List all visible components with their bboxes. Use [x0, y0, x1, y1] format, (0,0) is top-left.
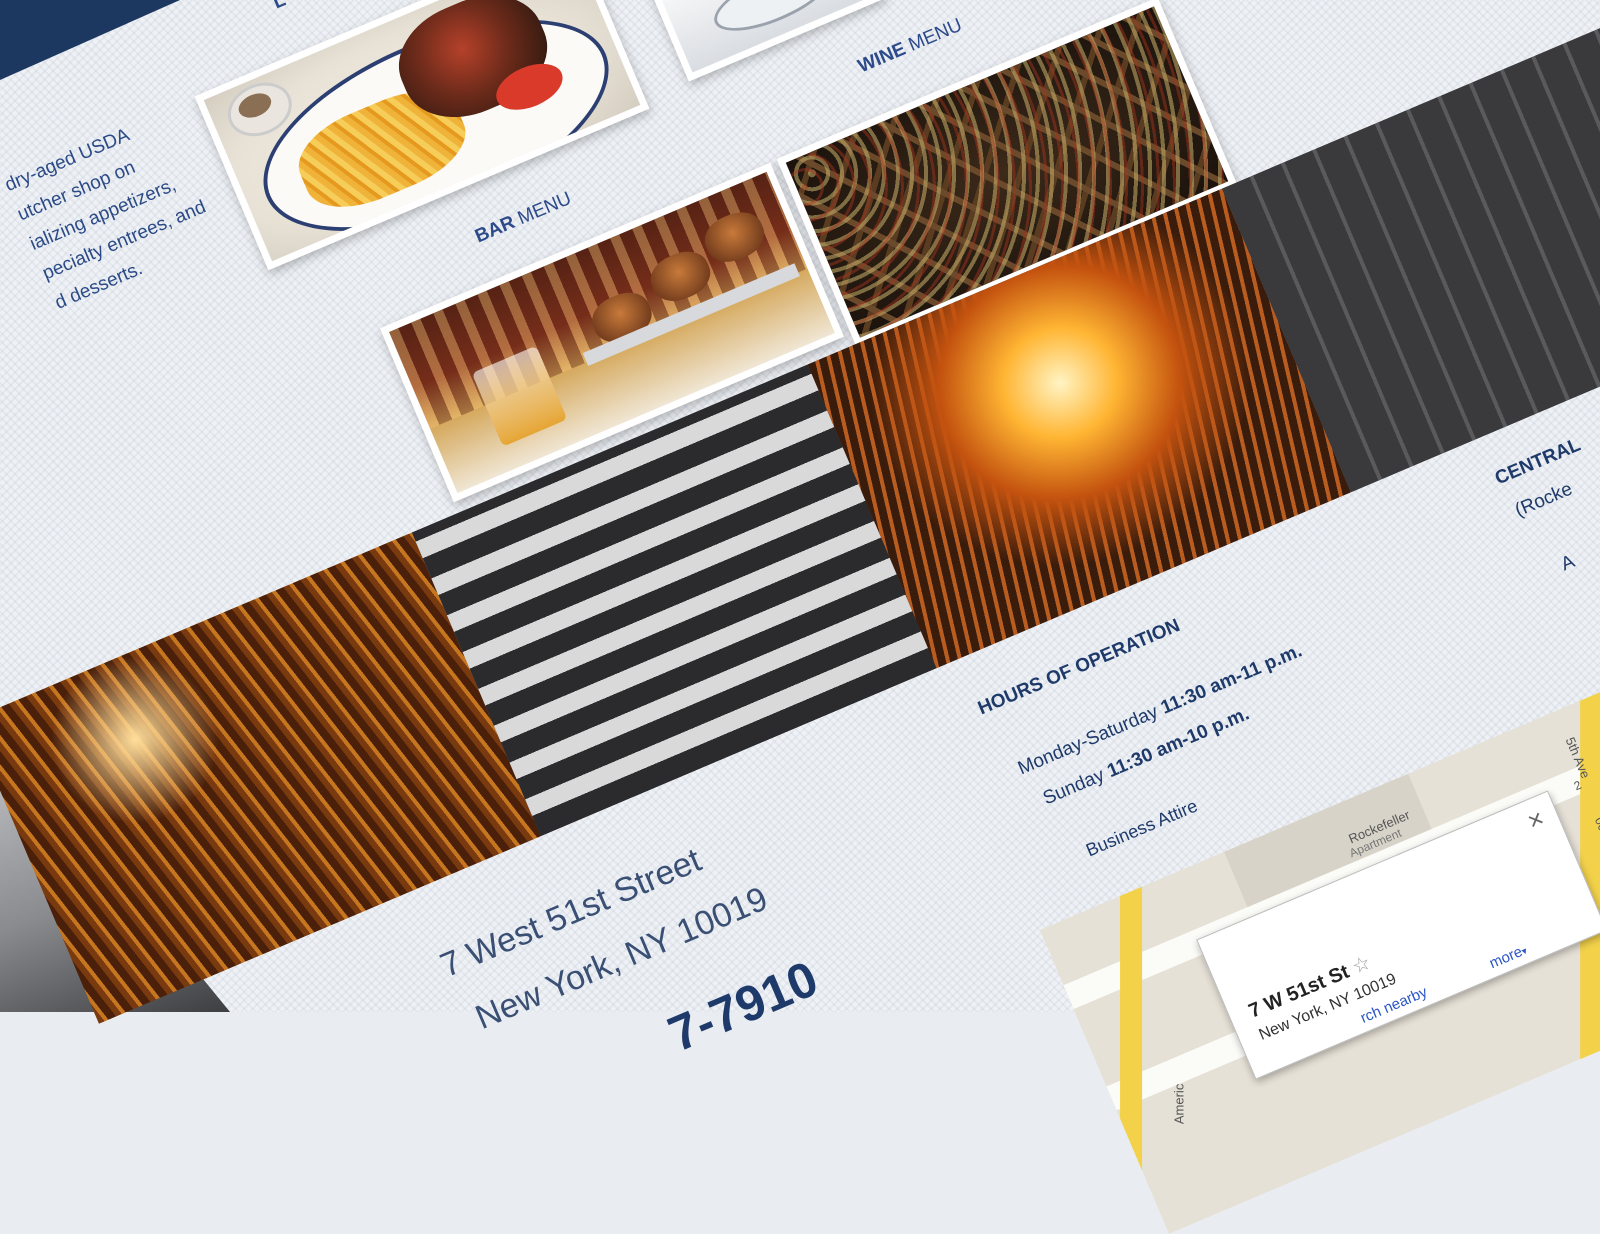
location-line: A — [1558, 551, 1578, 576]
bar-menu-label[interactable]: BAR MENU — [472, 188, 575, 248]
dress-code: Business Attire — [1083, 795, 1201, 861]
lunch-menu-label[interactable]: L — [270, 0, 289, 14]
top-photo-partial[interactable] — [648, 0, 886, 82]
wine-menu-label[interactable]: WINE MENU — [855, 15, 966, 79]
close-icon[interactable]: × — [1523, 803, 1549, 837]
star-icon[interactable]: ☆ — [1349, 952, 1374, 979]
more-link[interactable]: more▾ — [1487, 941, 1530, 972]
location-subtitle: (Rocke — [1512, 478, 1576, 522]
location-title: CENTRAL — [1492, 434, 1584, 490]
map-street-americas: Americ — [1171, 1083, 1187, 1125]
tilted-page-content: dry-aged USDA utcher shop on ializing ap… — [0, 0, 1600, 1234]
lunch-menu-photo[interactable] — [194, 0, 650, 271]
phone-number[interactable]: 7-7910 — [660, 949, 826, 1063]
